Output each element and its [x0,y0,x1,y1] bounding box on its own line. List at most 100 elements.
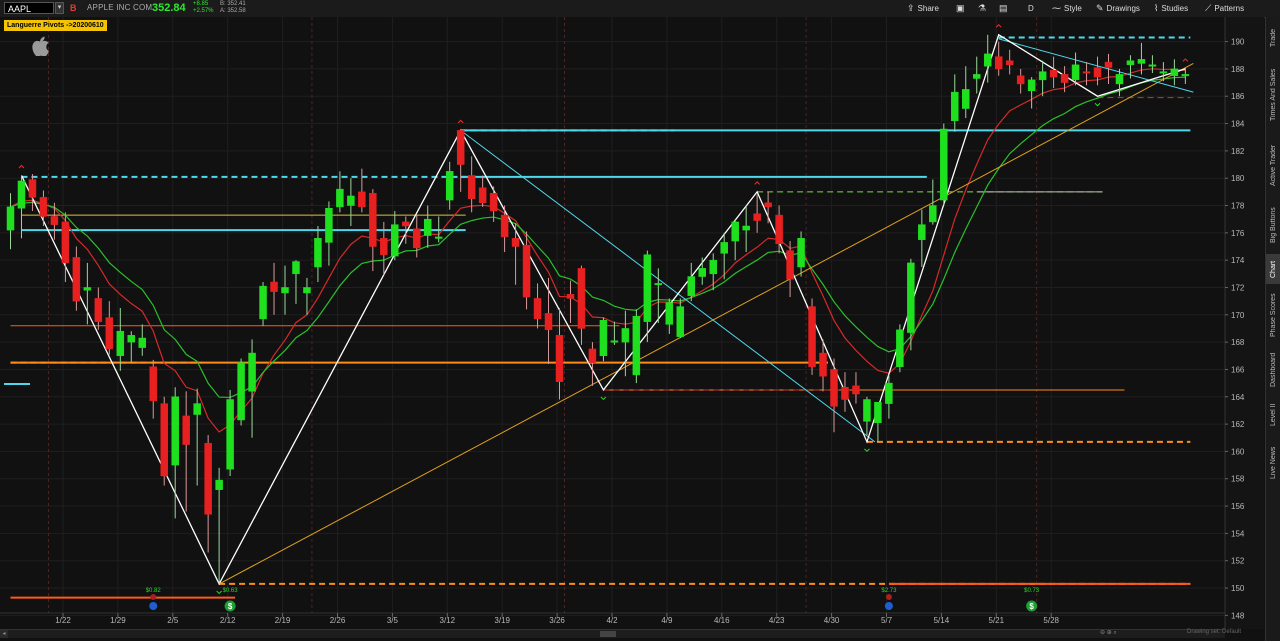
candle-down [402,221,410,227]
dividend-icon [149,602,158,610]
candle-down [478,187,487,204]
symbol-dropdown-icon[interactable]: ▾ [55,2,64,14]
share-button[interactable]: ⇪ Share [907,1,939,16]
candle-up [1159,71,1168,74]
price-tick-label: 160 [1231,447,1245,456]
candle-up [423,218,432,236]
candle-up [6,206,15,231]
candle-down [358,191,366,208]
candle-down [1060,74,1069,83]
timeframe-button[interactable]: D [1028,1,1034,16]
sidebar-tab-live-news[interactable]: Live News [1266,436,1280,490]
timeframe-label: D [1028,4,1034,13]
candle-up [599,320,608,357]
candle-down [380,238,388,255]
candle-down [533,298,542,320]
symbol-badge: B [70,3,77,13]
price-tick-label: 166 [1231,365,1245,374]
candle-down [753,213,761,221]
candle-up [983,53,992,67]
study-label[interactable]: Languerre Pivots ->20200610 [4,20,107,31]
dividend-icon [884,602,893,610]
zoom-fit-icon[interactable]: ⌕ [1113,630,1116,636]
price-tick-label: 152 [1231,557,1245,566]
bid-ask: B: 352.41 A: 352.58 [220,1,246,15]
sidebar-tab-dashboard[interactable]: Dashboard [1266,346,1280,394]
patterns-button[interactable]: ⟋ Patterns [1205,1,1244,16]
candle-down [830,369,838,407]
print-button[interactable]: ▤ [999,1,1011,16]
candle-up [885,382,893,404]
candle-down [413,228,421,249]
price-tick-label: 188 [1231,65,1245,74]
date-tick-label: 5/21 [989,616,1005,625]
bid-price: B: 352.41 [220,1,246,7]
candle-up [303,287,311,294]
price-tick-label: 168 [1231,338,1245,347]
price-axis[interactable]: 148 150 152 154 156 158 160 162 164 166 168 170 172 1… [1224,17,1264,629]
save-button[interactable]: ▣ [956,1,968,16]
earnings-icon [150,594,157,600]
sidebar-tab-phase-scores[interactable]: Phase Scores [1266,288,1280,342]
event-value-label: $2.73 [881,588,897,594]
date-tick-label: 3/5 [387,616,399,625]
candle-down [467,175,476,199]
scroll-thumb[interactable] [600,631,616,637]
sidebar-tab-active-trader[interactable]: Active Trader [1266,134,1280,196]
candle-up [1170,68,1179,76]
price-tick-label: 174 [1231,256,1245,265]
price-tick-label: 182 [1231,147,1245,156]
date-tick-label: 3/12 [440,616,456,625]
candle-down [489,192,498,212]
earnings-icon [885,594,892,600]
candle-down [555,335,564,382]
date-tick-label: 1/29 [110,616,126,625]
chart-toolbar: AAPL ▾ B APPLE INC COM 352.84 +8.85 +2.5… [0,0,1280,18]
zoom-out-icon[interactable]: ⊖ [1100,630,1105,636]
flask-button[interactable]: ⚗ [978,1,989,16]
event-value-label: $0.82 [146,588,162,594]
candle-down [511,238,520,247]
price-chart[interactable]: $0.82 $0.63 $ $2.73 $0.73 $ 148 150 152 154 156 15… [0,17,1264,641]
chart-scrollbar[interactable]: ◂ [0,629,1225,638]
style-button[interactable]: ⁓ Style [1052,1,1082,16]
candle-down [588,348,597,363]
candle-up [940,128,948,201]
candle-up [83,287,92,291]
price-tick-label: 176 [1231,229,1245,238]
candle-down [544,313,553,331]
candle-down [764,202,772,208]
candle-up [193,403,201,415]
price-tick-label: 164 [1231,393,1245,402]
sidebar-tab-times-and-sales[interactable]: Times And Sales [1266,60,1280,130]
drawings-icon: ✎ [1096,3,1104,13]
dividend-dollar-glyph: $ [228,602,233,611]
price-tick-label: 178 [1231,202,1245,211]
zoom-in-icon[interactable]: ⊕ [1107,630,1112,636]
date-tick-label: 3/19 [494,616,510,625]
flask-icon: ⚗ [978,3,987,13]
sidebar-tab-trade[interactable]: Trade [1266,20,1280,56]
sidebar-tab-big-buttons[interactable]: Big Buttons [1266,200,1280,250]
sidebar-tab-level-ii[interactable]: Level II [1266,398,1280,432]
patterns-icon: ⟋ [1205,3,1212,13]
candle-up [237,362,245,421]
symbol-input[interactable]: AAPL [4,2,54,14]
candle-up [665,302,674,325]
date-tick-label: 2/5 [167,616,179,625]
drawing-set-label[interactable]: Drawing set: Default [1187,629,1241,635]
candle-up [731,221,739,242]
zoom-controls[interactable]: ⊖ ⊕ ⌕ [1100,629,1117,637]
scroll-left-icon[interactable]: ◂ [0,630,8,638]
candle-up [698,268,706,277]
candle-down [1093,67,1102,78]
candle-up [874,401,882,423]
price-tick-label: 162 [1231,420,1245,429]
candle-up [314,238,322,268]
date-tick-label: 2/26 [330,616,346,625]
sidebar-tab-chart[interactable]: Chart [1266,254,1280,284]
event-value-label: $0.73 [1024,588,1040,594]
chart-canvas[interactable]: $0.82 $0.63 $ $2.73 $0.73 $ 148 150 152 154 156 15… [0,17,1264,629]
drawings-button[interactable]: ✎ Drawings [1096,1,1140,16]
studies-button[interactable]: ⌇ Studies [1154,1,1188,16]
